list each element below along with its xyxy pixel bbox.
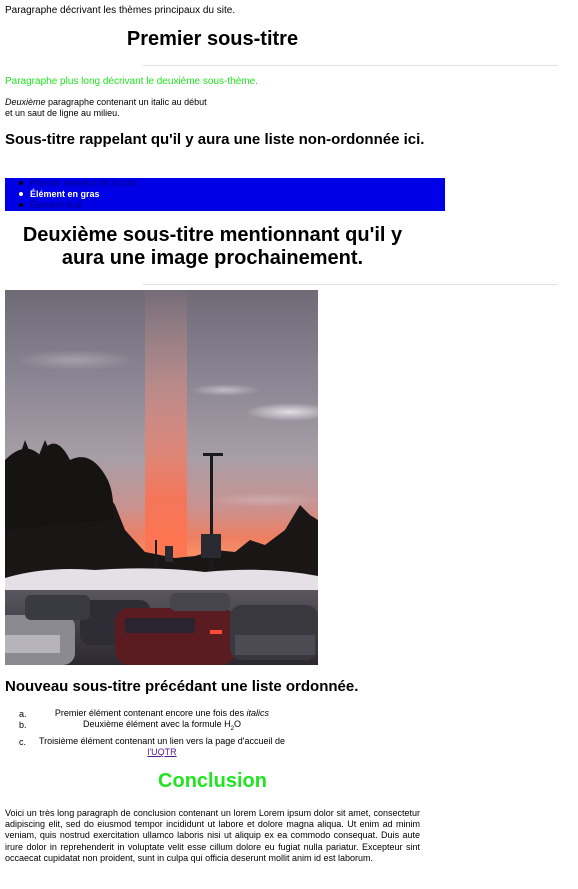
ordered-list-subtitle: Nouveau sous-titre précédant une liste o…	[5, 678, 359, 695]
list-number: c.	[19, 737, 27, 747]
first-subtitle: Premier sous-titre	[126, 28, 299, 50]
list-item-text-after: O	[233, 719, 241, 729]
separator-1	[143, 65, 558, 66]
list-item-text: Deuxième élément avec la formule H	[83, 719, 231, 729]
bullet-icon	[19, 192, 23, 196]
bullet-icon	[19, 181, 23, 185]
italic-text: italics	[246, 708, 270, 718]
ordered-list: a. Premier élément contenant encore une …	[0, 708, 300, 758]
list-item: Élément final	[5, 200, 445, 211]
list-item: a. Premier élément contenant encore une …	[0, 708, 300, 719]
bullet-icon	[19, 203, 23, 207]
list-item-text: Troisième élément contenant un lien vers…	[38, 736, 286, 746]
green-paragraph: Paragraphe plus long décrivant le deuxiè…	[5, 76, 258, 87]
unordered-list-subtitle: Sous-titre rappelant qu'il y aura une li…	[5, 131, 425, 148]
list-item-label: Élément final	[30, 200, 83, 210]
page: Paragraphe décrivant les thèmes principa…	[0, 0, 578, 889]
list-item-content: Premier élément contenant encore une foi…	[0, 708, 300, 719]
intro-paragraph: Paragraphe décrivant les thèmes principa…	[5, 5, 236, 16]
italic-paragraph-line-1: Deuxième paragraphe contenant un italic …	[5, 97, 207, 108]
list-item: b. Deuxième élément avec la formule H2O	[0, 719, 300, 736]
list-item-label: Élément en gras	[30, 189, 100, 199]
image-subtitle: Deuxième sous-titre mentionnant qu'il y …	[22, 224, 403, 269]
list-item: c. Troisième élément contenant un lien v…	[0, 736, 300, 758]
list-item-content: Troisième élément contenant un lien vers…	[0, 736, 300, 758]
list-item-content: Deuxième élément avec la formule H2O	[0, 719, 300, 732]
conclusion-paragraph: Voici un très long paragraph de conclusi…	[5, 808, 420, 863]
list-item-text: Premier élément contenant encore une foi…	[54, 708, 247, 718]
italic-word: Deuxième	[5, 97, 46, 107]
separator-2	[143, 284, 558, 285]
list-number: b.	[19, 720, 27, 730]
conclusion-title: Conclusion	[158, 770, 267, 792]
list-item-label: Premier élément de la liste	[30, 178, 137, 188]
uqtr-link[interactable]: l'UQTR	[147, 747, 176, 757]
list-item: Élément en gras	[5, 189, 445, 200]
list-item: Premier élément de la liste	[5, 178, 445, 189]
italic-paragraph-line-2: et un saut de ligne au milieu.	[5, 108, 120, 118]
sunset-photo	[5, 290, 318, 665]
unordered-list: Premier élément de la liste Élément en g…	[5, 178, 445, 211]
italic-paragraph: Deuxième paragraphe contenant un italic …	[5, 97, 207, 119]
italic-paragraph-line-1-rest: paragraphe contenant un italic au début	[45, 97, 207, 107]
